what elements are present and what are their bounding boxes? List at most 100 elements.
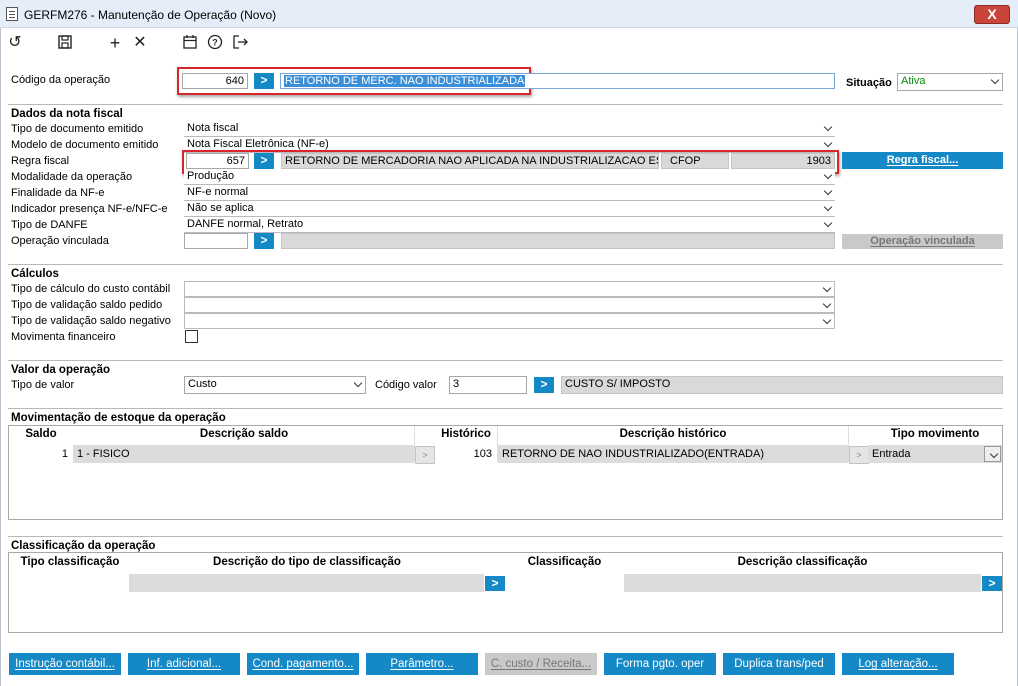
divider (8, 408, 1003, 409)
inf-adicional-button[interactable]: Inf. adicional... (128, 653, 240, 675)
chevron-down-icon (825, 218, 831, 230)
tipo-documento-select[interactable]: Nota fiscal (184, 121, 835, 137)
chevron-down-icon (825, 170, 831, 182)
delete-icon[interactable]: ✕ (131, 34, 149, 52)
duplica-button[interactable]: Duplica trans/ped (723, 653, 835, 675)
tipo-valor-select[interactable]: Custo (184, 376, 366, 394)
table-cell-saldo[interactable]: 1 (12, 445, 72, 463)
danfe-value: DANFE normal, Retrato (187, 218, 304, 230)
section-title-classificacao: Classificação da operação (11, 540, 156, 552)
codigo-valor-input[interactable]: 3 (449, 376, 527, 394)
situacao-select[interactable]: Ativa (897, 73, 1003, 91)
codigo-operacao-search-button[interactable]: > (254, 73, 274, 89)
situacao-value: Ativa (901, 75, 926, 87)
danfe-label: Tipo de DANFE (11, 219, 88, 231)
chevron-down-icon (355, 378, 361, 390)
divider (8, 536, 1003, 537)
operacao-vinculada-input[interactable] (184, 233, 248, 249)
chevron-down-icon (824, 283, 830, 295)
column-header-tipo-movimento: Tipo movimento (890, 428, 980, 440)
help-icon[interactable]: ? (206, 34, 224, 52)
historico-lookup-button[interactable]: > (849, 446, 869, 464)
column-header-classificacao: Classificação (527, 556, 602, 568)
chevron-down-icon (825, 202, 831, 214)
movimenta-financeiro-checkbox[interactable] (185, 330, 198, 343)
divider (8, 104, 1003, 105)
chevron-down-icon[interactable] (984, 446, 1001, 462)
codigo-operacao-label: Código da operação (11, 74, 111, 86)
exit-icon[interactable] (231, 34, 249, 52)
table-cell-descricao-historico: RETORNO DE NAO INDUSTRIALIZADO(ENTRADA) (498, 445, 848, 463)
tipo-valor-label: Tipo de valor (11, 379, 75, 391)
presenca-select[interactable]: Não se aplica (184, 201, 835, 217)
classificacao-lookup-button[interactable]: > (982, 576, 1002, 591)
presenca-value: Não se aplica (187, 202, 254, 214)
saldo-lookup-button[interactable]: > (415, 446, 435, 464)
document-icon (6, 7, 18, 21)
modalidade-select[interactable]: Produção (184, 169, 835, 185)
finalidade-label: Finalidade da NF-e (11, 187, 105, 199)
table-cell-historico[interactable]: 103 (436, 445, 496, 463)
table-cell-descricao-tipo-classificacao (129, 574, 484, 592)
tipo-classificacao-lookup-button[interactable]: > (485, 576, 505, 591)
saldo-negativo-select[interactable] (184, 313, 835, 329)
modalidade-value: Produção (187, 170, 235, 182)
tipo-movimento-value: Entrada (872, 448, 911, 460)
descricao-operacao-text: RETORNO DE MERC. NAO INDUSTRIALIZADA (284, 75, 526, 87)
close-button[interactable]: X (974, 5, 1010, 24)
section-title-nota-fiscal: Dados da nota fiscal (11, 108, 123, 120)
column-header-historico: Histórico (441, 428, 491, 440)
operacao-vinculada-label: Operação vinculada (11, 235, 109, 247)
title-bar: GERFM276 - Manutenção de Operação (Novo)… (0, 0, 1018, 28)
cond-pagamento-button[interactable]: Cond. pagamento... (247, 653, 359, 675)
parametro-button[interactable]: Parâmetro... (366, 653, 478, 675)
instrucao-contabil-button[interactable]: Instrução contábil... (9, 653, 121, 675)
regra-fiscal-button[interactable]: Regra fiscal... (842, 152, 1003, 169)
column-header-descricao-historico: Descrição histórico (619, 428, 727, 440)
table-cell-tipo-movimento[interactable]: Entrada (868, 445, 1002, 463)
log-alteracao-button[interactable]: Log alteração... (842, 653, 954, 675)
regra-fiscal-label: Regra fiscal (11, 155, 70, 167)
table-cell-descricao-classificacao (624, 574, 981, 592)
chevron-down-icon (824, 315, 830, 327)
codigo-valor-description: CUSTO S/ IMPOSTO (561, 376, 1003, 394)
column-header-tipo-classificacao: Tipo classificação (20, 556, 120, 568)
divider (8, 360, 1003, 361)
danfe-select[interactable]: DANFE normal, Retrato (184, 217, 835, 233)
codigo-operacao-input[interactable]: 640 (182, 73, 248, 89)
saldo-negativo-label: Tipo de validação saldo negativo (11, 315, 171, 327)
descricao-operacao-input[interactable]: RETORNO DE MERC. NAO INDUSTRIALIZADA (280, 73, 835, 89)
section-title-estoque: Movimentação de estoque da operação (11, 412, 226, 424)
finalidade-select[interactable]: NF-e normal (184, 185, 835, 201)
codigo-valor-search-button[interactable]: > (534, 377, 554, 393)
regra-fiscal-search-button[interactable]: > (254, 153, 274, 169)
svg-text:?: ? (212, 38, 218, 48)
custo-contabil-select[interactable] (184, 281, 835, 297)
chevron-down-icon (825, 186, 831, 198)
undo-icon[interactable]: ↺ (6, 34, 24, 52)
cfop-label: CFOP (661, 153, 729, 169)
chevron-down-icon (825, 122, 831, 134)
chevron-down-icon (825, 138, 831, 150)
movimenta-financeiro-label: Movimenta financeiro (11, 331, 116, 343)
presenca-label: Indicador presença NF-e/NFC-e (11, 203, 168, 215)
forma-pagamento-button[interactable]: Forma pgto. oper (604, 653, 716, 675)
calendar-icon[interactable] (181, 34, 199, 52)
operacao-vinculada-description (281, 233, 835, 249)
modalidade-label: Modalidade da operação (11, 171, 133, 183)
saldo-pedido-select[interactable] (184, 297, 835, 313)
table-cell-descricao-saldo: 1 - FISICO (73, 445, 414, 463)
regra-fiscal-code-input[interactable]: 657 (186, 153, 249, 169)
column-header-descricao-saldo: Descrição saldo (199, 428, 289, 440)
section-title-calculos: Cálculos (11, 268, 59, 280)
tipo-valor-value: Custo (188, 378, 217, 390)
save-icon[interactable] (56, 34, 74, 52)
tipo-documento-value: Nota fiscal (187, 122, 239, 134)
divider (8, 264, 1003, 265)
operacao-vinculada-search-button[interactable]: > (254, 233, 274, 249)
custo-contabil-label: Tipo de cálculo do custo contábil (11, 283, 171, 295)
chevron-down-icon (992, 75, 998, 87)
add-icon[interactable]: + (106, 34, 124, 52)
modelo-documento-value: Nota Fiscal Eletrônica (NF-e) (187, 138, 329, 150)
situacao-label: Situação (846, 77, 892, 89)
